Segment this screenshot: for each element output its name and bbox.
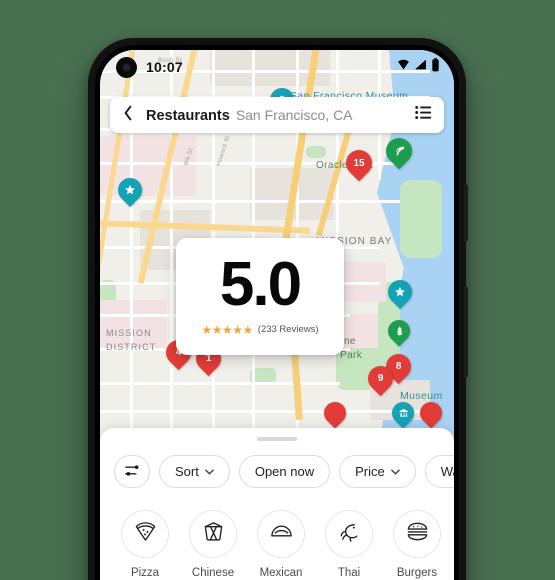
map-pin-label: 8 — [395, 361, 402, 372]
category-chinese[interactable]: Chinese — [189, 510, 237, 579]
filter-chip-row[interactable]: Sort Open now Price Waitlist — [100, 441, 454, 488]
shrimp-icon — [338, 520, 361, 548]
power-button[interactable] — [464, 286, 468, 378]
pizza-slice-icon — [134, 520, 157, 548]
category-label: Thai — [337, 567, 361, 579]
wifi-icon — [397, 58, 410, 76]
status-bar-icons — [397, 57, 440, 77]
phone-device-frame: Bush St O'Farrell St 9th St Howard St MI… — [88, 38, 468, 580]
map-road — [100, 382, 340, 385]
filter-chip-label: Waitlist — [440, 464, 454, 479]
filter-chip-open-now[interactable]: Open now — [238, 455, 331, 488]
category-icon-circle — [325, 510, 373, 558]
category-icon-circle — [257, 510, 305, 558]
map-poi-crane-park-line2: Park — [340, 350, 363, 361]
status-bar: 10:07 — [100, 50, 454, 84]
location-subtitle: San Francisco, CA — [235, 106, 353, 123]
category-icon-circle — [393, 510, 441, 558]
chevron-down-icon — [205, 467, 214, 477]
map-pin-label: 15 — [353, 157, 365, 169]
status-bar-clock: 10:07 — [146, 59, 183, 75]
map-pin-extra[interactable] — [319, 397, 351, 429]
map-district-label: MISSION — [106, 328, 152, 338]
battery-icon — [431, 57, 440, 77]
category-pizza[interactable]: Pizza — [121, 510, 169, 579]
volume-button[interactable] — [464, 184, 468, 242]
back-chevron-icon[interactable] — [122, 105, 138, 126]
category-mexican[interactable]: Mexican — [257, 510, 305, 579]
rating-value: 5.0 — [219, 250, 302, 320]
header-title-group[interactable]: Restaurants San Francisco, CA — [146, 107, 415, 124]
rating-meta-row: ★★★★★ (233 Reviews) — [201, 323, 318, 337]
filter-chip-label: Open now — [254, 464, 315, 479]
burger-icon — [406, 520, 429, 548]
rating-popup-card[interactable]: 5.0 ★★★★★ (233 Reviews) — [176, 238, 344, 355]
map-park-oracle — [400, 180, 442, 258]
category-label: Mexican — [259, 567, 303, 579]
filter-chip-label: Sort — [175, 464, 199, 479]
filter-tune-button[interactable] — [114, 455, 150, 488]
taco-icon — [270, 520, 293, 548]
cellular-signal-icon — [414, 58, 427, 76]
map-block-b — [100, 300, 166, 348]
category-row[interactable]: Pizza Chinese Mexican Thai Burgers — [100, 488, 454, 579]
map-district-label: DISTRICT — [106, 342, 157, 352]
search-header-bar[interactable]: Restaurants San Francisco, CA — [110, 97, 444, 133]
map-pin-label: 9 — [377, 373, 384, 384]
map-park-small-mid — [306, 146, 326, 158]
chevron-down-icon — [390, 467, 400, 477]
category-label: Chinese — [191, 567, 235, 579]
category-burgers[interactable]: Burgers — [393, 510, 441, 579]
review-count-label: (233 Reviews) — [257, 324, 319, 336]
tune-filter-icon — [124, 463, 141, 481]
front-camera-punch-hole — [116, 56, 137, 78]
star-rating-icon: ★★★★★ — [201, 322, 253, 337]
filter-chip-waitlist[interactable]: Waitlist — [424, 455, 454, 488]
map-road — [100, 200, 400, 203]
category-icon-circle — [189, 510, 237, 558]
category-label: Burgers — [396, 567, 438, 579]
takeout-box-icon — [202, 520, 225, 548]
filter-chip-sort[interactable]: Sort — [159, 455, 230, 488]
bottom-sheet[interactable]: Sort Open now Price Waitlist — [100, 428, 454, 580]
map-road — [100, 410, 430, 413]
map-poi-museum: Museum — [400, 390, 443, 402]
phone-screen: Bush St O'Farrell St 9th St Howard St MI… — [100, 50, 454, 580]
filter-chip-price[interactable]: Price — [339, 455, 416, 488]
category-label: Pizza — [130, 567, 160, 579]
category-icon-circle — [121, 510, 169, 558]
category-thai[interactable]: Thai — [325, 510, 373, 579]
list-view-icon[interactable] — [415, 105, 432, 125]
filter-chip-label: Price — [355, 464, 385, 479]
page-title: Restaurants — [146, 107, 230, 124]
